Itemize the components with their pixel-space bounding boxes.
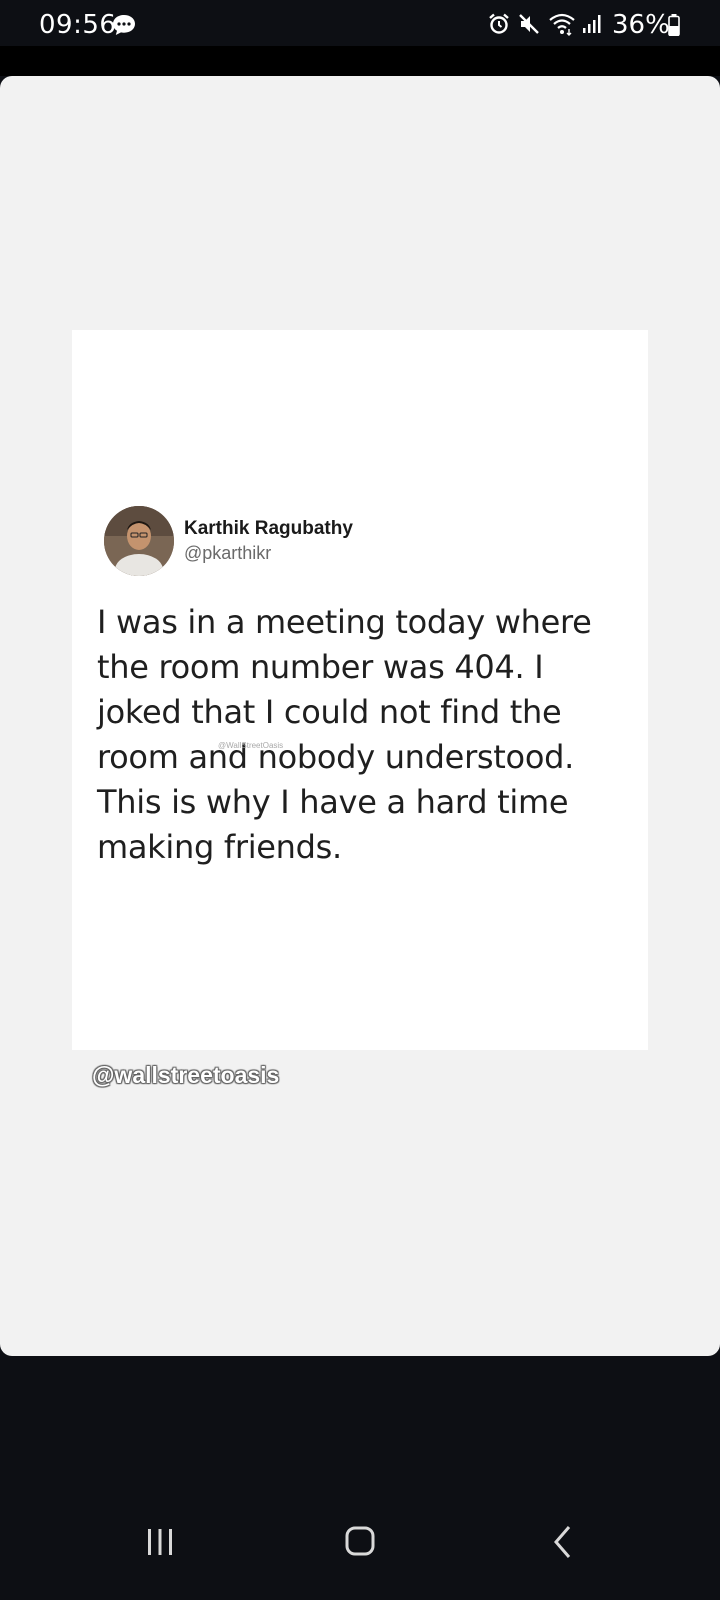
back-icon[interactable] <box>534 1512 594 1572</box>
alarm-icon <box>488 13 510 40</box>
mute-icon <box>518 13 540 40</box>
recents-icon[interactable] <box>130 1512 190 1572</box>
battery-percent: 36% <box>612 10 670 40</box>
post-image[interactable]: Karthik Ragubathy @pkarthikr I was in a … <box>72 330 648 1050</box>
media-viewer[interactable]: Karthik Ragubathy @pkarthikr I was in a … <box>0 76 720 1356</box>
wifi-icon <box>548 12 576 41</box>
author-handle: @pkarthikr <box>184 543 272 563</box>
status-bar: 09:56 36% <box>0 0 720 46</box>
author-name: Karthik Ragubathy <box>184 518 353 539</box>
credit-watermark: @wallstreetoasis <box>92 1062 280 1088</box>
top-band <box>0 46 720 76</box>
navigation-bar <box>0 1490 720 1600</box>
author-avatar <box>104 506 174 576</box>
status-time: 09:56 <box>39 10 117 40</box>
signal-icon <box>582 14 604 39</box>
tweet-text: I was in a meeting today where the room … <box>97 603 592 866</box>
image-watermark: @WallStreetOasis <box>218 741 284 750</box>
message-icon <box>112 14 136 41</box>
home-icon[interactable] <box>330 1512 390 1572</box>
battery-icon <box>668 14 680 41</box>
